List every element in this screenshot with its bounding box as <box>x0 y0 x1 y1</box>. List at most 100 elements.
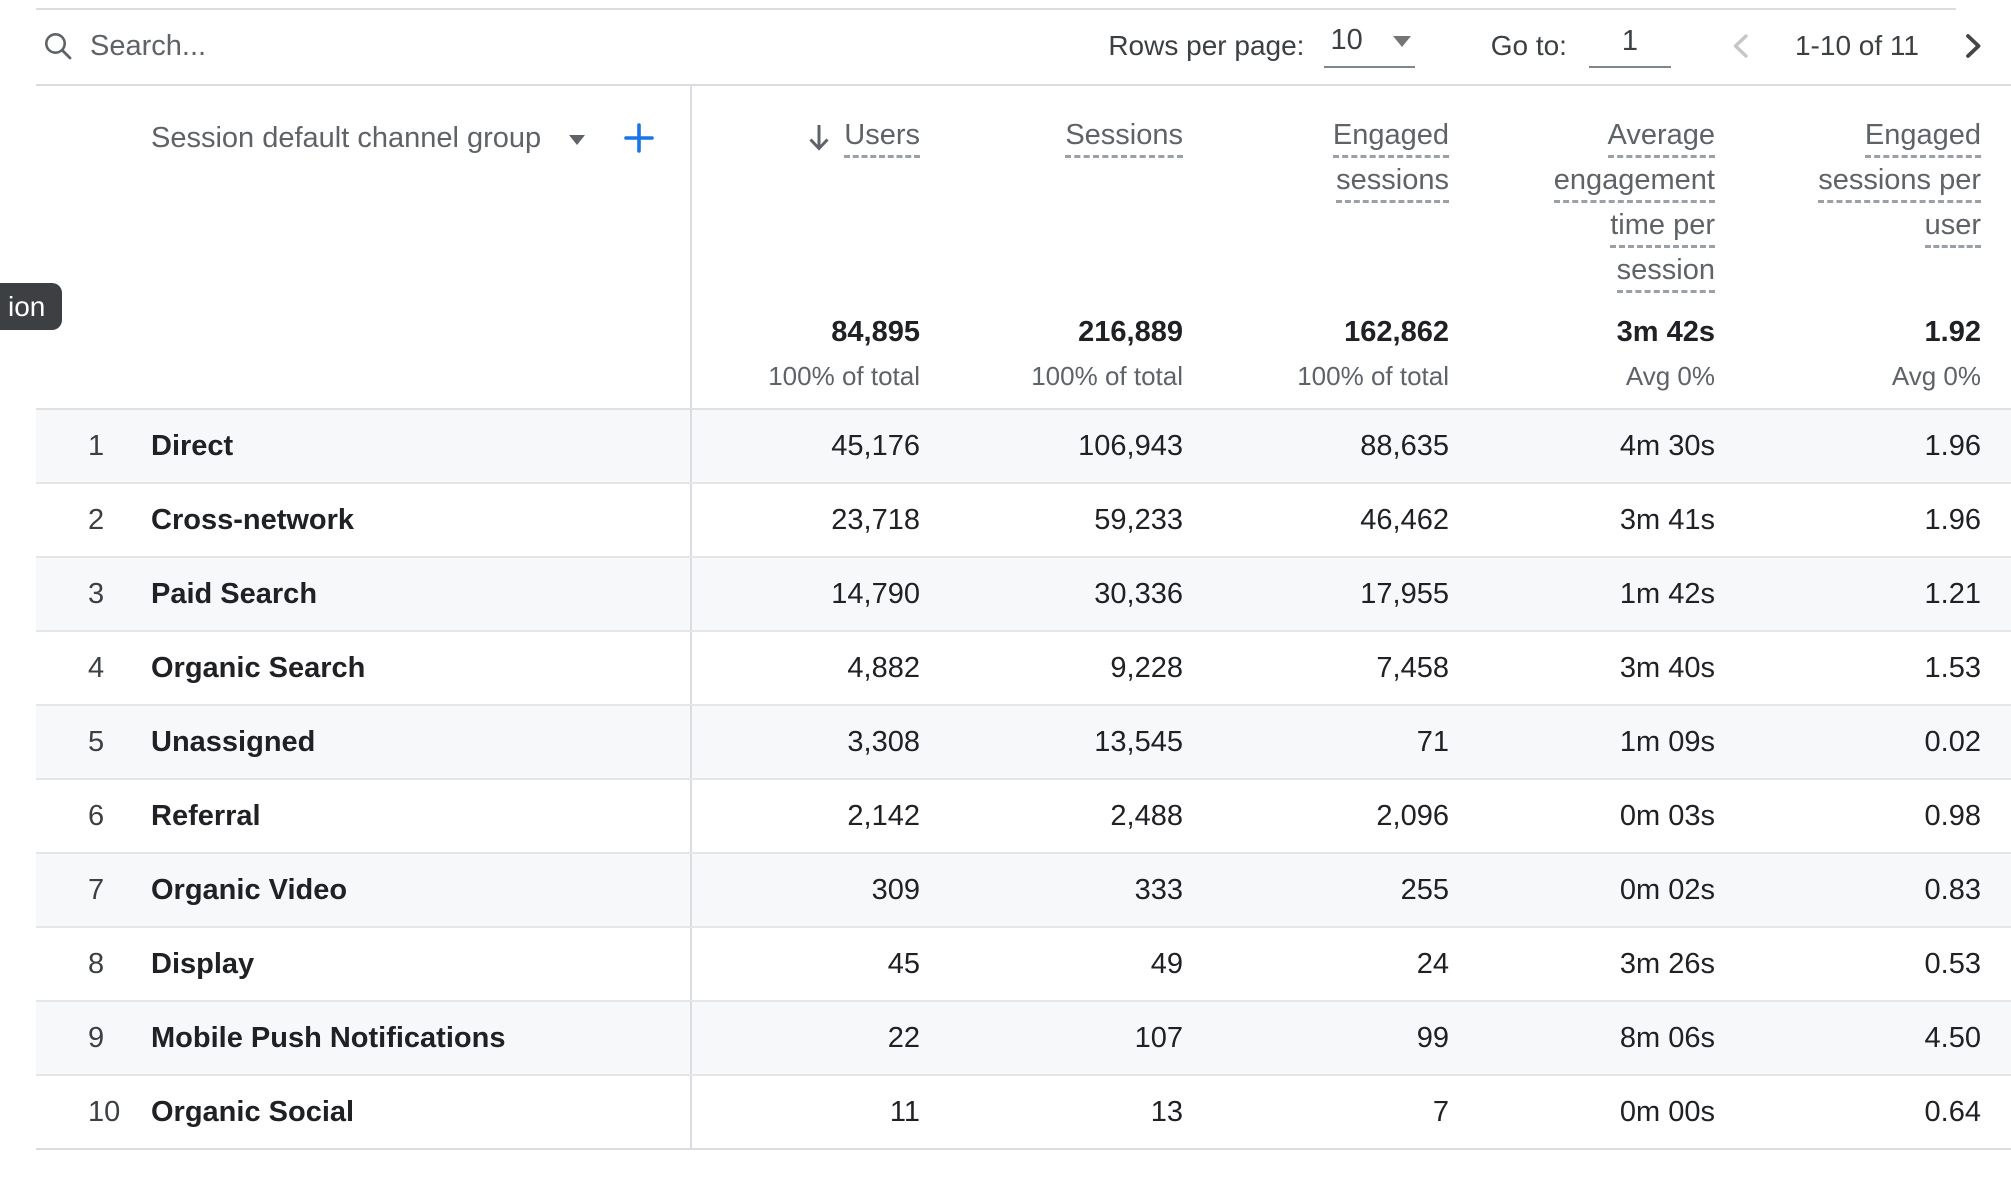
channel-name: Cross-network <box>151 503 355 536</box>
row-index: 8 <box>88 947 105 980</box>
column-header-users[interactable]: Users <box>690 86 920 302</box>
cell-engaged-sessions: 46,462 <box>1360 503 1449 536</box>
cell-sessions: 30,336 <box>1094 577 1183 610</box>
cell-users: 22 <box>690 1002 920 1074</box>
total-subtext: 100% of total <box>1297 361 1449 391</box>
channel-cell: 7 Organic Video <box>36 854 690 926</box>
cell-average-engagement-time-per-session: 1m 42s <box>1619 577 1715 610</box>
table-body: 1 Direct 45,176 106,943 88,635 4m 30s 1.96 2 Cro… <box>36 410 2011 1150</box>
pagination: 1-10 of 11 <box>1725 29 1989 63</box>
cell-average-engagement-time-per-session: 3m 41s <box>1619 503 1715 536</box>
total-sessions: 216,889 100% of total <box>920 302 1183 408</box>
table-toolbar: Rows per page: 10 Go to: 1-10 of 11 <box>36 8 2011 86</box>
cell-engaged-sessions: 7,458 <box>1376 651 1449 684</box>
column-header-line: Users <box>844 120 920 158</box>
row-index: 6 <box>88 799 105 832</box>
channel-name: Mobile Push Notifications <box>151 1021 506 1054</box>
cell-engaged-sessions-per-user: 1.21 <box>1924 577 1981 610</box>
table-header: Session default channel group Users 84,89… <box>36 86 2011 410</box>
total-value: 84,895 <box>831 316 920 348</box>
table-row: 8 Display 45 49 24 3m 26s 0.53 <box>36 928 2011 1002</box>
cell-users: 2,142 <box>690 780 920 852</box>
search-input[interactable] <box>90 29 510 63</box>
column-header-average-engagement-time-per-session[interactable]: Average engagement time per session <box>1449 86 1715 302</box>
column-header-line: Engaged <box>1332 120 1449 158</box>
row-index: 5 <box>88 725 105 758</box>
total-subtext: Avg 0% <box>1625 361 1715 391</box>
total-subtext: 100% of total <box>768 361 920 391</box>
table-row: 1 Direct 45,176 106,943 88,635 4m 30s 1.96 <box>36 410 2011 484</box>
cell-sessions: 13 <box>1150 1095 1183 1128</box>
cell-users: 4,882 <box>690 632 920 704</box>
channel-name: Direct <box>151 429 234 462</box>
cell-users: 14,790 <box>690 558 920 630</box>
row-index: 4 <box>88 651 105 684</box>
cell-average-engagement-time-per-session: 8m 06s <box>1619 1021 1715 1054</box>
next-page-button[interactable] <box>1955 29 1989 63</box>
cell-engaged-sessions-per-user: 4.50 <box>1924 1021 1981 1054</box>
cell-sessions: 9,228 <box>1110 651 1183 684</box>
channel-name: Display <box>151 947 255 980</box>
column-header-sessions[interactable]: Sessions <box>920 86 1183 302</box>
table-row: 2 Cross-network 23,718 59,233 46,462 3m 41s 1.… <box>36 484 2011 558</box>
column-header-engaged-sessions[interactable]: Engaged sessions <box>1183 86 1449 302</box>
column-header-engaged-sessions-per-user[interactable]: Engaged sessions per user <box>1715 86 1981 302</box>
cell-engaged-sessions: 2,096 <box>1376 799 1449 832</box>
sort-descending-icon <box>804 121 834 153</box>
dimension-header-label[interactable]: Session default channel group <box>151 122 541 154</box>
cell-engaged-sessions: 71 <box>1416 725 1449 758</box>
cell-engaged-sessions-per-user: 0.02 <box>1924 725 1981 758</box>
rows-per-page-select[interactable]: 10 <box>1324 24 1415 68</box>
pagination-range: 1-10 of 11 <box>1794 30 1919 61</box>
cell-sessions: 49 <box>1150 947 1183 980</box>
cell-engaged-sessions-per-user: 0.83 <box>1924 873 1981 906</box>
cell-engaged-sessions-per-user: 0.98 <box>1924 799 1981 832</box>
table-row: 3 Paid Search 14,790 30,336 17,955 1m 42s 1.21 <box>36 558 2011 632</box>
column-header-line: session <box>1616 255 1715 293</box>
column-header-line: Engaged <box>1864 120 1981 158</box>
channel-cell: 2 Cross-network <box>36 484 690 556</box>
cell-engaged-sessions: 7 <box>1432 1095 1449 1128</box>
channel-cell: 9 Mobile Push Notifications <box>36 1002 690 1074</box>
cell-average-engagement-time-per-session: 0m 03s <box>1619 799 1715 832</box>
total-subtext: Avg 0% <box>1891 361 1981 391</box>
table-row: 10 Organic Social 11 13 7 0m 00s 0.64 <box>36 1076 2011 1150</box>
cell-engaged-sessions-per-user: 1.96 <box>1924 503 1981 536</box>
column-header-line: user <box>1924 210 1981 248</box>
cell-engaged-sessions: 255 <box>1400 873 1449 906</box>
column-header-line: Sessions <box>1065 120 1183 158</box>
previous-page-button[interactable] <box>1725 29 1759 63</box>
row-index: 9 <box>88 1021 105 1054</box>
column-header-line: sessions <box>1336 165 1449 203</box>
total-value: 216,889 <box>1078 316 1183 348</box>
cell-average-engagement-time-per-session: 0m 02s <box>1619 873 1715 906</box>
cell-sessions: 333 <box>1134 873 1183 906</box>
total-average-engagement-time-per-session: 3m 42s Avg 0% <box>1449 302 1715 408</box>
cell-users: 309 <box>690 854 920 926</box>
sorted-header-line: Users <box>804 120 920 165</box>
data-table: Session default channel group Users 84,89… <box>36 86 2011 1150</box>
total-value: 1.92 <box>1924 316 1981 348</box>
channel-name: Organic Search <box>151 651 366 684</box>
cell-engaged-sessions: 24 <box>1416 947 1449 980</box>
channel-cell: 1 Direct <box>36 410 690 482</box>
table-row: 9 Mobile Push Notifications 22 107 99 8m 06s 4… <box>36 1002 2011 1076</box>
column-header-line: engagement <box>1553 165 1715 203</box>
rows-per-page-label: Rows per page: <box>1108 30 1305 61</box>
table-row: 6 Referral 2,142 2,488 2,096 0m 03s 0.98 <box>36 780 2011 854</box>
total-users: 84,895 100% of total <box>690 302 920 408</box>
totals-dimension-spacer <box>36 302 690 408</box>
channel-cell: 4 Organic Search <box>36 632 690 704</box>
dimension-dropdown-icon[interactable] <box>569 135 586 145</box>
clipped-tooltip: ion <box>0 283 63 330</box>
go-to-page-input[interactable] <box>1588 24 1671 68</box>
table-row: 7 Organic Video 309 333 255 0m 02s 0.83 <box>36 854 2011 928</box>
column-header-line: Average <box>1607 120 1715 158</box>
cell-engaged-sessions-per-user: 0.53 <box>1924 947 1981 980</box>
cell-users: 45 <box>690 928 920 1000</box>
add-dimension-button[interactable] <box>621 120 657 156</box>
channel-cell: 3 Paid Search <box>36 558 690 630</box>
row-index: 3 <box>88 577 105 610</box>
cell-users: 45,176 <box>690 410 920 482</box>
cell-average-engagement-time-per-session: 0m 00s <box>1619 1095 1715 1128</box>
